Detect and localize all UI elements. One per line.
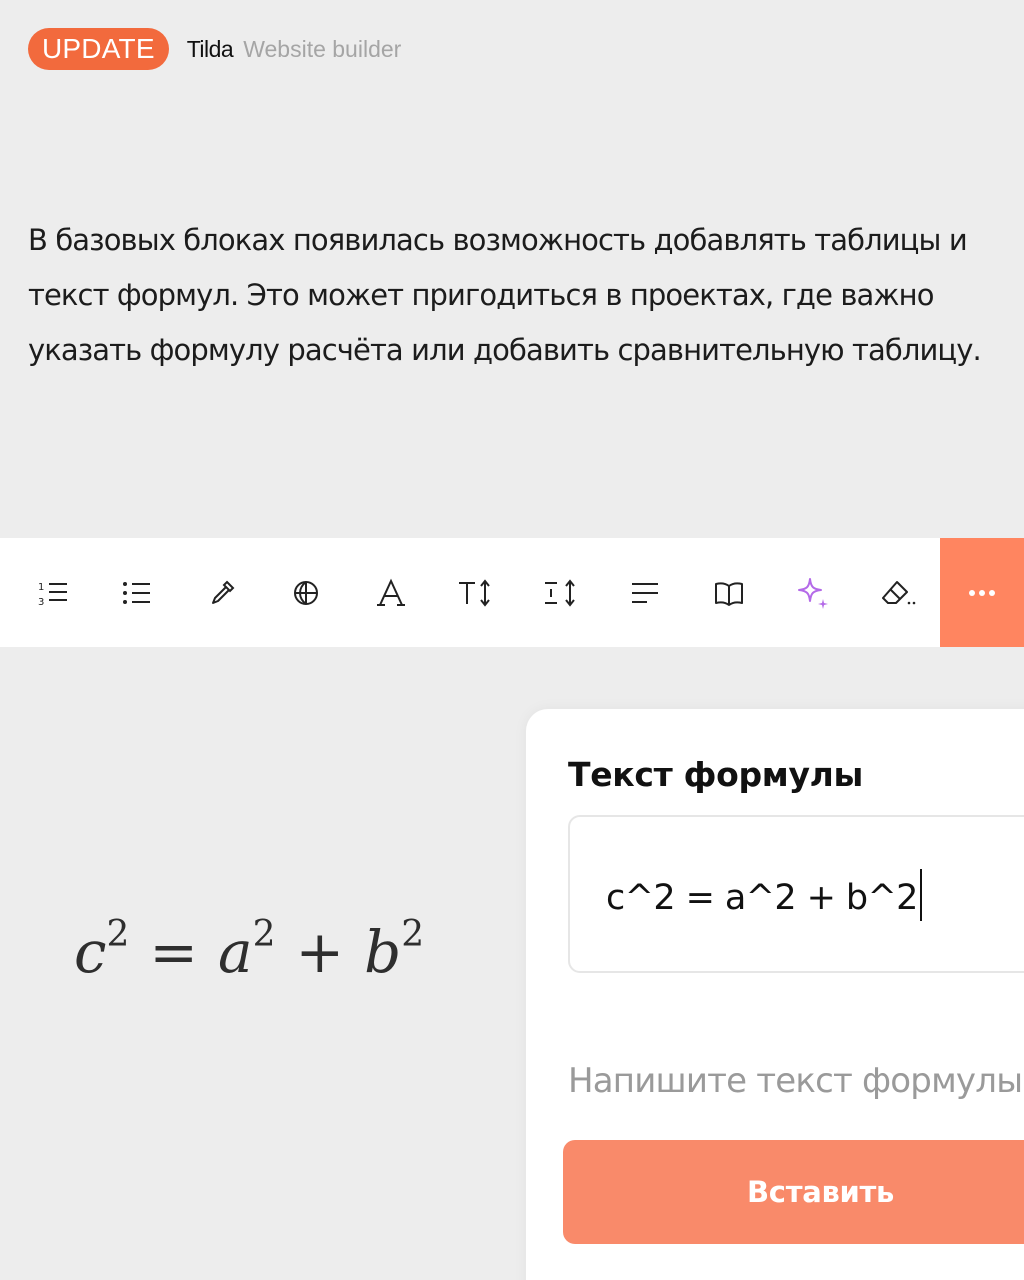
formula-exp: 2 [401, 914, 425, 955]
ai-assistant-button[interactable] [783, 538, 843, 647]
eyedropper-icon [212, 580, 235, 604]
formula-panel: Текст формулы c^2 = a^2 + b^2 Напишите т… [526, 709, 1024, 1280]
formula-preview: c2 = a2 + b2 [74, 917, 424, 987]
ordered-list-button[interactable]: 1 3 [23, 538, 83, 647]
text-size-icon [459, 578, 490, 607]
globe-icon [294, 580, 318, 605]
formula-exp: 2 [106, 914, 130, 955]
formula-var-a: a [218, 918, 253, 986]
formula-equals: = [149, 918, 198, 986]
panel-title: Текст формулы [568, 755, 864, 794]
book-button[interactable] [699, 538, 759, 647]
svg-text:3: 3 [38, 597, 44, 608]
svg-text:1: 1 [38, 582, 44, 593]
ordered-list-icon: 1 3 [38, 582, 67, 608]
eraser-icon [882, 580, 916, 604]
brand-name: Tilda [186, 35, 234, 62]
align-left-icon [632, 582, 658, 603]
ai-sparkle-icon [798, 577, 828, 609]
eyedropper-button[interactable] [192, 538, 252, 647]
text-size-button[interactable] [445, 538, 505, 647]
brand-subtitle: Website builder [243, 35, 402, 62]
book-icon [715, 581, 743, 606]
align-left-button[interactable] [615, 538, 675, 647]
header: UPDATE Tilda Website builder [28, 28, 401, 70]
more-icon [969, 589, 995, 596]
globe-button[interactable] [276, 538, 336, 647]
formula-var-c: c [74, 918, 107, 986]
bullet-list-icon [123, 581, 150, 604]
font-button[interactable] [361, 538, 421, 647]
formula-var-b: b [364, 918, 402, 986]
formula-plus: + [295, 918, 345, 986]
more-button[interactable] [940, 538, 1024, 647]
font-icon [377, 578, 405, 606]
editor-toolbar: 1 3 [0, 538, 1024, 647]
formula-input[interactable]: c^2 = a^2 + b^2 [568, 815, 1024, 973]
update-badge: UPDATE [28, 28, 169, 70]
line-height-button[interactable] [530, 538, 590, 647]
bullet-list-button[interactable] [107, 538, 167, 647]
formula-input-text: c^2 = a^2 + b^2 [606, 878, 918, 918]
eraser-button[interactable] [868, 538, 928, 647]
line-height-icon [545, 578, 575, 607]
formula-hint: Напишите текст формулы [568, 1061, 1023, 1101]
text-caret [919, 869, 922, 921]
insert-button[interactable]: Вставить [563, 1140, 1024, 1244]
page: UPDATE Tilda Website builder В базовых б… [0, 0, 1024, 1280]
formula-input-value: c^2 = a^2 + b^2 [606, 869, 922, 921]
formula-exp: 2 [252, 914, 276, 955]
description-text: В базовых блоках появилась возможность д… [28, 223, 982, 367]
